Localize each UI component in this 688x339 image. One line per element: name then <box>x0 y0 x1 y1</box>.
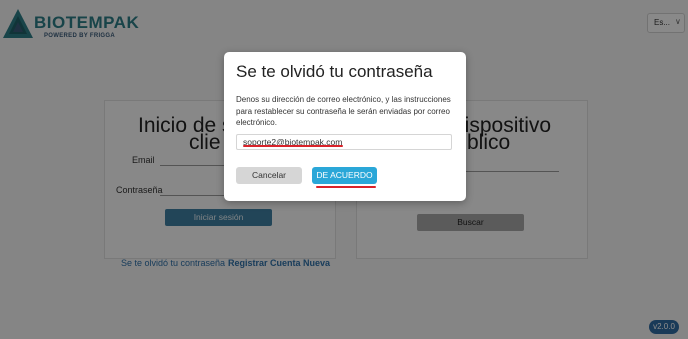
forgot-password-dialog: Se te olvidó tu contraseña Denos su dire… <box>224 52 466 201</box>
email-input[interactable] <box>236 134 452 150</box>
ok-button[interactable]: DE ACUERDO <box>312 167 377 184</box>
dialog-title: Se te olvidó tu contraseña <box>236 62 433 81</box>
cancel-button[interactable]: Cancelar <box>236 167 302 184</box>
email-annotation-underline <box>243 145 343 147</box>
ok-annotation-underline <box>316 186 376 188</box>
dialog-description: Denos su dirección de correo electrónico… <box>236 95 451 127</box>
